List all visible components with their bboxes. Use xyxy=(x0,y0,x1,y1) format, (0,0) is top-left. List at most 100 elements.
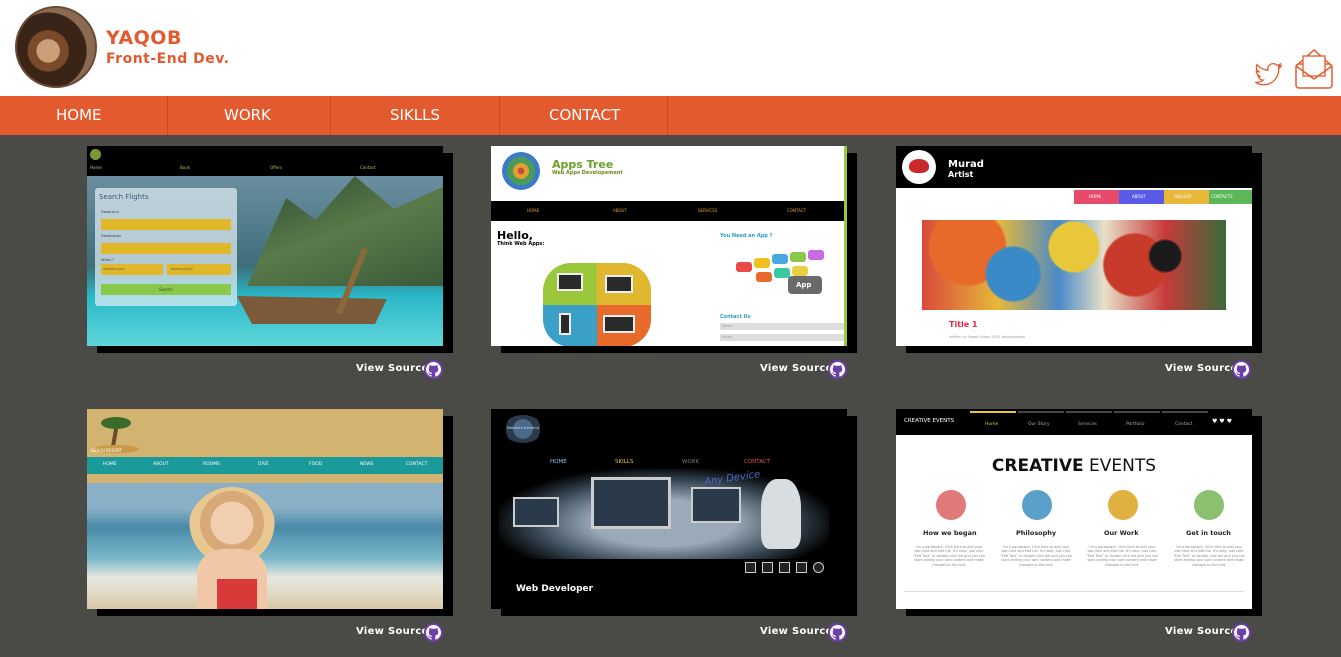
view-source-link[interactable]: View Source xyxy=(760,626,833,637)
site-role: Front-End Dev. xyxy=(106,51,230,67)
artist-name: Murad xyxy=(948,159,984,170)
nav-link: Contact xyxy=(360,165,376,170)
logo-icon xyxy=(90,149,101,160)
nav-item-skills[interactable]: SIKLLS xyxy=(332,96,500,135)
nav-item-label: WORK xyxy=(224,106,271,124)
section-heading: Contact Us xyxy=(720,314,751,320)
avatar xyxy=(15,6,97,88)
view-source-link[interactable]: View Source xyxy=(760,363,833,374)
nav-link: Offers xyxy=(270,165,283,170)
hero-caption: Web Developer xyxy=(516,584,594,594)
nav-link: CONTACT xyxy=(406,462,428,467)
email-icon xyxy=(779,562,790,573)
nav-item-label: SIKLLS xyxy=(390,106,441,124)
document-icon xyxy=(1108,490,1138,520)
nav-link: ABOUT xyxy=(613,208,627,213)
app-key-label: App xyxy=(796,281,812,289)
nav-link: Services xyxy=(1078,422,1097,427)
field-label: Departure xyxy=(101,210,119,214)
field-label: When ? xyxy=(101,258,115,262)
nav-link: ABOUT xyxy=(153,462,169,467)
nav-link: SERVICES xyxy=(698,208,718,213)
app-keys-illustration: App xyxy=(732,248,840,296)
project-card-beach[interactable]: BEACH RESORT HOME ABOUT ROOMS DIVE FOOD … xyxy=(87,409,443,609)
github-icon[interactable] xyxy=(1232,360,1251,379)
form-title: Search Flights xyxy=(99,193,149,201)
github-icon[interactable] xyxy=(424,623,443,642)
date-placeholder: dd/mm/yyyy xyxy=(103,267,125,271)
feature-text: I'm a paragraph. Click here to add your … xyxy=(1172,545,1246,567)
nav-item-label: HOME xyxy=(56,106,102,124)
logo-text: Webfront frontend xyxy=(507,426,539,430)
destination-field xyxy=(101,243,231,254)
feature-text: I'm a paragraph. Click here to add your … xyxy=(999,545,1073,567)
departure-field xyxy=(101,219,231,230)
nav-link: HOME xyxy=(103,462,117,467)
nav-link: SKILLS xyxy=(615,459,634,465)
feature-title: Our Work xyxy=(1104,529,1139,537)
project-card-flights[interactable]: Home Book Offers Contact Search Flights … xyxy=(87,146,443,346)
project-card-webdev[interactable]: Webfront frontend HOME SKILLS WORK CONTA… xyxy=(491,409,847,609)
github-icon[interactable] xyxy=(828,623,847,642)
nav-item-work[interactable]: WORK xyxy=(163,96,331,135)
post-title: Title 1 xyxy=(949,320,978,329)
site-header: YAQOB Front-End Dev. xyxy=(0,0,1341,96)
nav-link: HOME xyxy=(1089,194,1102,199)
contact-icon xyxy=(1194,490,1224,520)
site-subtitle: Web Apps Developement xyxy=(552,170,623,176)
field-label: Destination xyxy=(101,234,122,238)
twitter-icon[interactable] xyxy=(1253,62,1283,88)
facebook-icon xyxy=(745,562,756,573)
nav-link: HOME xyxy=(527,208,540,213)
artwork-image xyxy=(922,220,1226,310)
nav-link: CONTACTS xyxy=(1211,194,1233,199)
nav-link: Home xyxy=(985,422,999,427)
feature-text: I'm a paragraph. Click here to add your … xyxy=(1085,545,1159,567)
nav-link: FOOD xyxy=(309,462,323,467)
github-icon[interactable] xyxy=(828,360,847,379)
nav-link: NEWS xyxy=(360,462,374,467)
tree-logo-icon xyxy=(497,151,545,191)
portfolio-grid: Home Book Offers Contact Search Flights … xyxy=(0,135,1341,657)
nav-link: CONTACT xyxy=(787,208,806,213)
view-source-link[interactable]: View Source xyxy=(1165,626,1238,637)
field-placeholder: Name xyxy=(722,324,733,328)
feature-title: Philosophy xyxy=(1016,529,1057,537)
heading-rest: EVENTS xyxy=(1083,456,1157,476)
main-nav: HOME WORK SIKLLS CONTACT xyxy=(0,96,1341,135)
view-source-link[interactable]: View Source xyxy=(356,363,429,374)
nav-link: Our Story xyxy=(1028,422,1050,427)
feature-title: Get in touch xyxy=(1186,529,1231,537)
nav-link: ABOUT xyxy=(1132,194,1146,199)
project-card-murad[interactable]: Murad Artist HOME ABOUT GALLERY CONTACTS… xyxy=(896,146,1252,346)
post-meta: written by Yaqob Sahon 2015 Novahowsten xyxy=(949,335,1026,339)
artist-role: Artist xyxy=(948,170,974,179)
mail-icon[interactable] xyxy=(1294,48,1334,90)
feature-text: I'm a paragraph. Click here to add your … xyxy=(912,545,986,567)
twitter-icon xyxy=(762,562,773,573)
nav-link: Contact xyxy=(1175,422,1193,427)
nav-link: Home xyxy=(90,165,102,170)
nav-link: DIVE xyxy=(258,462,269,467)
nav-item-contact[interactable]: CONTACT xyxy=(500,96,668,135)
github-icon[interactable] xyxy=(1232,623,1251,642)
nav-item-home[interactable]: HOME xyxy=(0,96,168,135)
github-icon[interactable] xyxy=(424,360,443,379)
project-card-events[interactable]: CREATIVE EVENTS Home Our Story Services … xyxy=(896,409,1252,609)
events-brand: CREATIVE EVENTS xyxy=(904,418,955,424)
field-placeholder: Email xyxy=(722,335,732,339)
nav-link: GALLERY xyxy=(1174,194,1192,199)
view-source-link[interactable]: View Source xyxy=(1165,363,1238,374)
events-heading: CREATIVE EVENTS xyxy=(896,456,1252,476)
project-card-apps-tree[interactable]: Apps Tree Web Apps Developement HOME ABO… xyxy=(491,146,847,346)
xing-icon xyxy=(796,562,807,573)
nav-link: HOME xyxy=(550,459,567,465)
feature-title: How we began xyxy=(923,529,977,537)
heading-bold: CREATIVE xyxy=(991,456,1084,476)
view-source-link[interactable]: View Source xyxy=(356,626,429,637)
social-icons: ♥ ♥ ♥ xyxy=(1212,418,1232,425)
date-placeholder: dd/mm/yyyy xyxy=(171,267,193,271)
nav-link: ROOMS xyxy=(203,462,220,467)
resort-logo-text: BEACH RESORT xyxy=(91,448,122,453)
nav-link: Book xyxy=(180,165,190,170)
